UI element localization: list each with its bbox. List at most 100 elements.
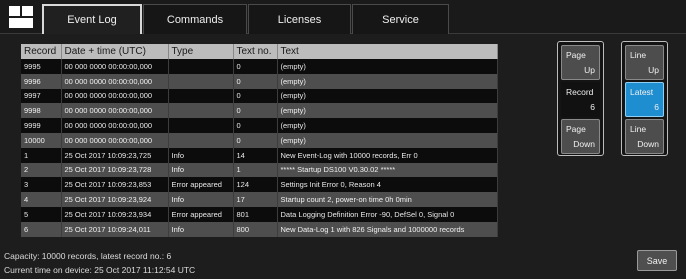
cell-datetime: 00 000 0000 00:00:00,000 <box>61 103 169 119</box>
table-row[interactable]: 5 25 Oct 2017 10:09:23,934 Error appeared 8… <box>21 206 498 222</box>
column-header-text[interactable]: Text <box>277 44 498 59</box>
record-navigation-panel: Page Up Record 6 Page Down <box>557 41 604 156</box>
table-row[interactable]: 2 25 Oct 2017 10:09:23,728 Info 1 ***** Star… <box>21 162 498 178</box>
button-label: Up <box>584 65 595 75</box>
cell-type: Info <box>168 162 234 178</box>
cell-datetime: 25 Oct 2017 10:09:23,853 <box>61 177 169 193</box>
cell-text-no: 0 <box>233 118 278 133</box>
top-bar: Event Log Commands Licenses Service <box>0 0 686 34</box>
app-logo-icon <box>9 6 33 28</box>
page-down-button[interactable]: Page Down <box>561 119 600 154</box>
current-time-status: Current time on device: 25 Oct 2017 11:1… <box>4 265 196 275</box>
cell-type <box>168 88 234 104</box>
cell-record: 10000 <box>21 132 62 148</box>
cell-record: 1 <box>21 147 62 163</box>
save-button[interactable]: Save <box>637 250 677 271</box>
button-label: Up <box>648 65 659 75</box>
cell-record: 4 <box>21 192 62 207</box>
cell-text-no: 0 <box>233 59 278 74</box>
cell-datetime: 25 Oct 2017 10:09:23,728 <box>61 162 169 178</box>
cell-text: Startup count 2, power-on time 0h 0min <box>277 192 498 207</box>
button-label: Down <box>573 139 595 149</box>
record-value: 6 <box>590 102 595 112</box>
cell-record: 6 <box>21 221 62 237</box>
table-row[interactable]: 9999 00 000 0000 00:00:00,000 0 (empty) <box>21 118 498 133</box>
button-label: Latest <box>630 87 654 97</box>
record-label: Record <box>566 87 594 97</box>
table-row[interactable]: 6 25 Oct 2017 10:09:24,011 Info 800 New Data… <box>21 221 498 237</box>
button-label: Page <box>566 124 586 134</box>
capacity-status: Capacity: 10000 records, latest record n… <box>4 251 172 261</box>
cell-datetime: 25 Oct 2017 10:09:24,011 <box>61 221 169 237</box>
cell-datetime: 00 000 0000 00:00:00,000 <box>61 88 169 104</box>
cell-text: New Event-Log with 10000 records, Err 0 <box>277 147 498 163</box>
table-row[interactable]: 1 25 Oct 2017 10:09:23,725 Info 14 New Event… <box>21 147 498 163</box>
tab-label: Service <box>382 13 419 26</box>
latest-button[interactable]: Latest 6 <box>625 82 664 117</box>
cell-record: 5 <box>21 206 62 222</box>
cell-datetime: 25 Oct 2017 10:09:23,934 <box>61 206 169 222</box>
button-label: Line <box>630 124 647 134</box>
cell-type <box>168 132 234 148</box>
cell-text: New Data-Log 1 with 826 Signals and 1000… <box>277 221 498 237</box>
cell-type <box>168 118 234 133</box>
cell-text-no: 1 <box>233 162 278 178</box>
cell-text: (empty) <box>277 132 498 148</box>
cell-record: 9997 <box>21 88 62 104</box>
cell-record: 9995 <box>21 59 62 74</box>
cell-record: 2 <box>21 162 62 178</box>
cell-text-no: 124 <box>233 177 278 193</box>
line-navigation-panel: Line Up Latest 6 Line Down <box>621 41 668 156</box>
tab-label: Commands <box>166 13 224 26</box>
cell-text: Settings Init Error 0, Reason 4 <box>277 177 498 193</box>
tab-commands[interactable]: Commands <box>143 4 247 34</box>
cell-text: ***** Startup DS100 V0.30.02 ***** <box>277 162 498 178</box>
cell-datetime: 00 000 0000 00:00:00,000 <box>61 73 169 89</box>
cell-text-no: 17 <box>233 192 278 207</box>
table-body: 9995 00 000 0000 00:00:00,000 0 (empty) 9996… <box>21 59 498 237</box>
tab-label: Licenses <box>277 13 322 26</box>
button-label: Line <box>630 50 647 60</box>
table-row[interactable]: 9998 00 000 0000 00:00:00,000 0 (empty) <box>21 103 498 119</box>
button-label: Page <box>566 50 586 60</box>
cell-datetime: 00 000 0000 00:00:00,000 <box>61 118 169 133</box>
table-row[interactable]: 9995 00 000 0000 00:00:00,000 0 (empty) <box>21 59 498 74</box>
cell-type: Error appeared <box>168 177 234 193</box>
cell-type: Info <box>168 192 234 207</box>
table-header-row: Record Date + time (UTC) Type Text no. T… <box>21 44 498 59</box>
cell-text-no: 0 <box>233 132 278 148</box>
cell-text-no: 0 <box>233 73 278 89</box>
event-log-table: Record Date + time (UTC) Type Text no. T… <box>21 44 498 237</box>
cell-datetime: 00 000 0000 00:00:00,000 <box>61 59 169 74</box>
cell-datetime: 25 Oct 2017 10:09:23,725 <box>61 147 169 163</box>
tab-service[interactable]: Service <box>352 4 449 34</box>
cell-text-no: 14 <box>233 147 278 163</box>
button-label: 6 <box>654 102 659 112</box>
table-row[interactable]: 4 25 Oct 2017 10:09:23,924 Info 17 Startup c… <box>21 192 498 207</box>
button-label: Down <box>637 139 659 149</box>
table-row[interactable]: 9996 00 000 0000 00:00:00,000 0 (empty) <box>21 73 498 89</box>
cell-type: Info <box>168 221 234 237</box>
cell-text-no: 801 <box>233 206 278 222</box>
page-up-button[interactable]: Page Up <box>561 45 600 80</box>
cell-record: 9996 <box>21 73 62 89</box>
cell-type: Info <box>168 147 234 163</box>
cell-type <box>168 73 234 89</box>
line-up-button[interactable]: Line Up <box>625 45 664 80</box>
record-number-display: Record 6 <box>561 82 600 117</box>
column-header-datetime[interactable]: Date + time (UTC) <box>61 44 169 59</box>
cell-text-no: 0 <box>233 103 278 119</box>
cell-record: 9999 <box>21 118 62 133</box>
column-header-text-no[interactable]: Text no. <box>233 44 278 59</box>
tab-event-log[interactable]: Event Log <box>42 4 142 34</box>
cell-text-no: 800 <box>233 221 278 237</box>
line-down-button[interactable]: Line Down <box>625 119 664 154</box>
table-row[interactable]: 10000 00 000 0000 00:00:00,000 0 (empty) <box>21 132 498 148</box>
column-header-record[interactable]: Record <box>21 44 62 59</box>
cell-datetime: 25 Oct 2017 10:09:23,924 <box>61 192 169 207</box>
table-row[interactable]: 9997 00 000 0000 00:00:00,000 0 (empty) <box>21 88 498 104</box>
tab-licenses[interactable]: Licenses <box>248 4 351 34</box>
column-header-type[interactable]: Type <box>168 44 234 59</box>
table-row[interactable]: 3 25 Oct 2017 10:09:23,853 Error appeared 1… <box>21 177 498 193</box>
cell-record: 3 <box>21 177 62 193</box>
